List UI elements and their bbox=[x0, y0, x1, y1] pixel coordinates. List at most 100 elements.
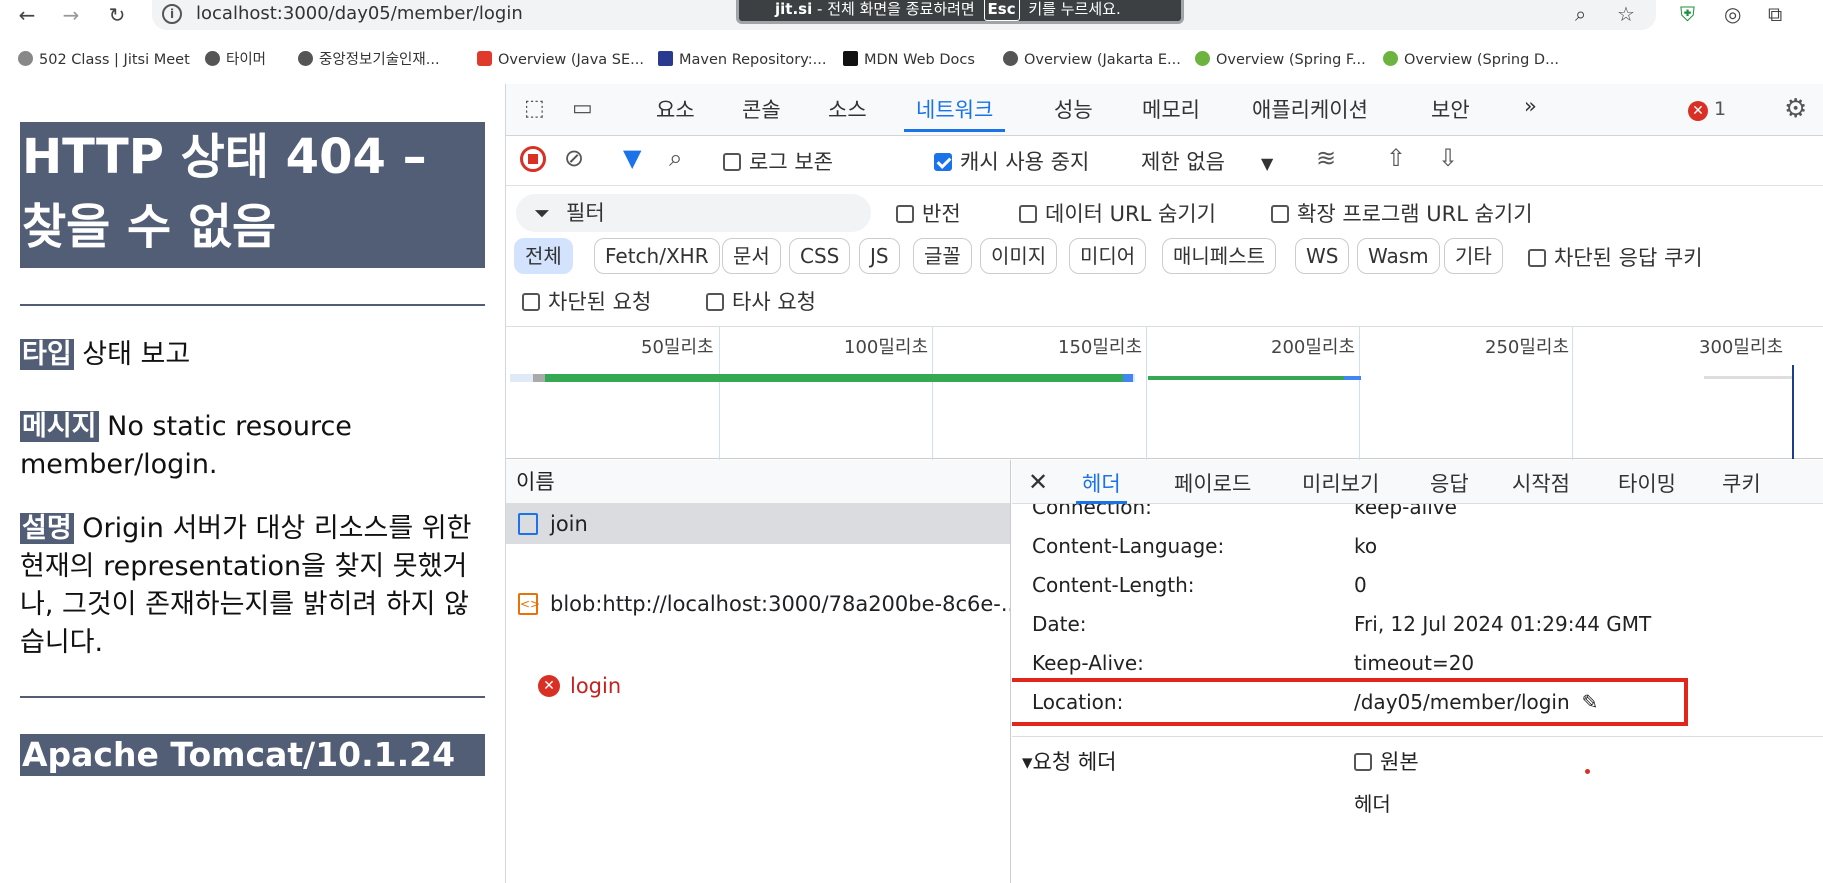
raw-toggle[interactable]: 원본 bbox=[1354, 742, 1419, 782]
url-text[interactable]: localhost:3000/day05/member/login bbox=[196, 3, 523, 24]
bookmark-item[interactable]: Overview (Spring F... bbox=[1195, 49, 1366, 71]
request-name: join bbox=[550, 512, 588, 536]
network-timeline[interactable]: 50밀리초 100밀리초 150밀리초 200밀리초 250밀리초 300밀리초 bbox=[506, 326, 1823, 460]
disable-cache-label: 캐시 사용 중지 bbox=[960, 150, 1090, 174]
bookmark-item[interactable]: 중앙정보기술인재... bbox=[298, 49, 440, 71]
checkbox-box[interactable] bbox=[1019, 205, 1037, 223]
filter-input[interactable]: ⏷ 필터 bbox=[516, 194, 871, 232]
checkbox-box[interactable] bbox=[522, 293, 540, 311]
invert-checkbox[interactable]: 반전 bbox=[896, 198, 961, 228]
network-conditions-icon[interactable]: ≋ bbox=[1316, 144, 1336, 172]
settings-gear-icon[interactable]: ⚙ bbox=[1784, 94, 1807, 124]
inspect-element-icon[interactable]: ⬚ bbox=[524, 96, 545, 121]
header-key: Date: bbox=[1032, 612, 1087, 636]
column-header-name[interactable]: 이름 bbox=[506, 460, 1010, 504]
type-filter-fetch[interactable]: Fetch/XHR bbox=[594, 238, 720, 274]
tab-headers[interactable]: 헤더 bbox=[1076, 468, 1127, 504]
back-icon[interactable]: ← bbox=[12, 2, 42, 28]
reload-icon[interactable]: ↻ bbox=[102, 2, 132, 28]
disable-cache-checkbox[interactable]: 캐시 사용 중지 bbox=[934, 146, 1089, 176]
tab-response[interactable]: 응답 bbox=[1430, 468, 1469, 504]
blocked-cookies-checkbox[interactable]: 차단된 응답 쿠키 bbox=[1528, 242, 1703, 272]
bookmark-item[interactable]: Overview (Java SE... bbox=[477, 49, 644, 71]
checkbox-box[interactable] bbox=[706, 293, 724, 311]
puzzle-icon[interactable]: ⧉ bbox=[1768, 2, 1782, 26]
error-counter[interactable]: ✕ 1 bbox=[1688, 98, 1726, 121]
tab-network[interactable]: 네트워크 bbox=[904, 94, 1006, 132]
search-icon[interactable]: ⌕ bbox=[669, 144, 682, 172]
checkbox-box[interactable] bbox=[934, 153, 952, 171]
bookmark-star-icon[interactable]: ☆ bbox=[1617, 2, 1635, 26]
type-filter-css[interactable]: CSS bbox=[789, 238, 851, 274]
record-stop-icon[interactable] bbox=[520, 146, 546, 177]
forward-icon[interactable]: → bbox=[56, 2, 86, 28]
type-filter-img[interactable]: 이미지 bbox=[980, 238, 1058, 274]
tab-initiator[interactable]: 시작점 bbox=[1512, 468, 1570, 504]
bookmark-item[interactable]: 502 Class | Jitsi Meet bbox=[18, 49, 190, 71]
tab-console[interactable]: 콘솔 bbox=[742, 94, 781, 132]
checkbox-box[interactable] bbox=[1354, 753, 1372, 771]
request-headers-toggle[interactable]: ▾요청 헤더 bbox=[1022, 742, 1117, 782]
timeline-tick-label: 250밀리초 bbox=[1485, 337, 1570, 358]
device-toolbar-icon[interactable]: ▭ bbox=[572, 96, 593, 121]
network-toolbar: ⊘ ▼ ⌕ 로그 보존 캐시 사용 중지 제한 없음 ▼ ≋ ⇧ ⇩ bbox=[506, 136, 1823, 186]
tab-preview[interactable]: 미리보기 bbox=[1302, 468, 1379, 504]
close-icon[interactable]: ✕ bbox=[1028, 468, 1048, 504]
tab-application[interactable]: 애플리케이션 bbox=[1252, 94, 1368, 132]
type-filter-wasm[interactable]: Wasm bbox=[1357, 238, 1440, 274]
blocked-requests-checkbox[interactable]: 차단된 요청 bbox=[522, 286, 651, 316]
checkbox-box[interactable] bbox=[896, 205, 914, 223]
site-info-icon[interactable]: i bbox=[162, 4, 182, 24]
extension-icon[interactable]: ◎ bbox=[1724, 2, 1741, 26]
tab-security[interactable]: 보안 bbox=[1431, 94, 1470, 132]
hide-ext-urls-checkbox[interactable]: 확장 프로그램 URL 숨기기 bbox=[1271, 198, 1533, 228]
tab-elements[interactable]: 요소 bbox=[656, 94, 695, 132]
more-tabs-icon[interactable]: » bbox=[1524, 94, 1537, 132]
bookmark-item[interactable]: Overview (Spring D... bbox=[1383, 49, 1559, 71]
checkbox-box[interactable] bbox=[723, 153, 741, 171]
import-har-icon[interactable]: ⇧ bbox=[1386, 144, 1406, 172]
detail-tabbar: ✕ 헤더 페이로드 미리보기 응답 시작점 타이밍 쿠키 bbox=[1012, 460, 1823, 504]
type-filter-doc[interactable]: 문서 bbox=[722, 238, 781, 274]
tab-payload[interactable]: 페이로드 bbox=[1174, 468, 1251, 504]
bookmark-item[interactable]: Overview (Jakarta E... bbox=[1003, 49, 1181, 71]
request-row[interactable]: join bbox=[506, 504, 1010, 544]
tab-timing[interactable]: 타이밍 bbox=[1618, 468, 1676, 504]
tab-sources[interactable]: 소스 bbox=[828, 94, 867, 132]
type-filter-media[interactable]: 미디어 bbox=[1069, 238, 1147, 274]
request-row[interactable]: ✕ login bbox=[526, 666, 991, 706]
hide-data-urls-checkbox[interactable]: 데이터 URL 숨기기 bbox=[1019, 198, 1216, 228]
bookmark-item[interactable]: MDN Web Docs bbox=[843, 49, 975, 71]
type-filter-js[interactable]: JS bbox=[859, 238, 900, 274]
third-party-checkbox[interactable]: 타사 요청 bbox=[706, 286, 816, 316]
bookmark-item[interactable]: 타이머 bbox=[205, 49, 266, 71]
timeline-tick-label: 50밀리초 bbox=[641, 337, 714, 358]
checkbox-box[interactable] bbox=[1271, 205, 1289, 223]
zoom-icon[interactable]: ⌕ bbox=[1575, 2, 1586, 26]
shield-extension-icon[interactable]: ⛨ bbox=[1680, 2, 1695, 26]
type-filter-manifest[interactable]: 매니페스트 bbox=[1162, 238, 1276, 274]
bookmark-item[interactable]: Maven Repository:... bbox=[658, 49, 826, 71]
request-detail-panel: ✕ 헤더 페이로드 미리보기 응답 시작점 타이밍 쿠키 Connection:… bbox=[1012, 460, 1823, 883]
request-headers-section[interactable]: ▾요청 헤더 원본 bbox=[1012, 742, 1823, 782]
bookmark-label: Overview (Java SE... bbox=[498, 52, 644, 68]
tab-performance[interactable]: 성능 bbox=[1054, 94, 1093, 132]
tab-memory[interactable]: 메모리 bbox=[1142, 94, 1200, 132]
request-list: 이름 join ✕ login <> blob:http://localhost… bbox=[506, 460, 1011, 883]
header-row: Content-Language: ko bbox=[1012, 526, 1823, 566]
filter-funnel-icon[interactable]: ▼ bbox=[623, 144, 641, 172]
type-filter-all[interactable]: 전체 bbox=[514, 238, 573, 274]
error-page: HTTP 상태 404 – 찾을 수 없음 타입 상태 보고 메시지 No st… bbox=[20, 122, 485, 776]
clear-icon[interactable]: ⊘ bbox=[564, 144, 584, 172]
preserve-log-checkbox[interactable]: 로그 보존 bbox=[723, 146, 833, 176]
request-row[interactable]: <> blob:http://localhost:3000/78a200be-8… bbox=[506, 584, 1010, 624]
type-filter-other[interactable]: 기타 bbox=[1444, 238, 1503, 274]
export-har-icon[interactable]: ⇩ bbox=[1438, 144, 1458, 172]
tab-cookies[interactable]: 쿠키 bbox=[1722, 468, 1761, 504]
checkbox-box[interactable] bbox=[1528, 249, 1546, 267]
type-filter-ws[interactable]: WS bbox=[1295, 238, 1350, 274]
red-dot bbox=[1585, 769, 1590, 774]
throttle-select[interactable]: 제한 없음 ▼ bbox=[1141, 146, 1273, 176]
type-filter-font[interactable]: 글꼴 bbox=[913, 238, 972, 274]
error-count: 1 bbox=[1714, 98, 1727, 120]
